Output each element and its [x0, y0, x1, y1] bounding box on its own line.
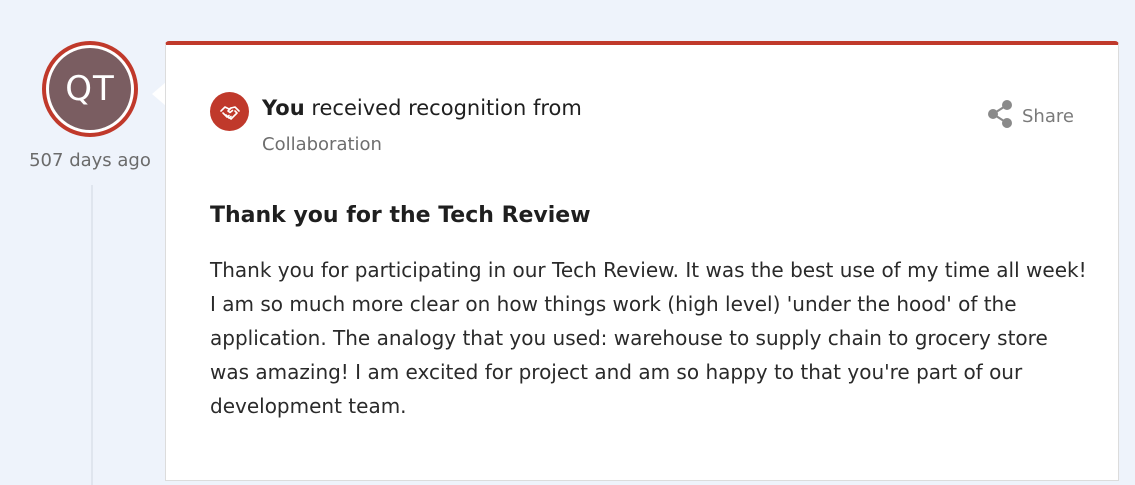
avatar[interactable]: QT [42, 41, 138, 137]
received-text: received recognition from [311, 96, 582, 120]
share-icon [986, 99, 1014, 134]
avatar-initials: QT [49, 48, 131, 130]
share-button[interactable]: Share [986, 99, 1074, 134]
timeline-line [91, 185, 93, 485]
recognition-headline: You received recognition from [262, 96, 811, 120]
handshake-icon [210, 92, 249, 131]
card-pointer [152, 82, 166, 106]
message-title: Thank you for the Tech Review [210, 203, 591, 228]
message-body: Thank you for participating in our Tech … [210, 258, 1087, 418]
timestamp: 507 days ago [29, 150, 151, 171]
recognition-card: You received recognition from Collaborat… [165, 41, 1119, 481]
recognition-category: Collaboration [262, 134, 382, 155]
recipient-you: You [262, 96, 305, 120]
redacted-sender-name [590, 96, 811, 120]
share-label: Share [1022, 106, 1074, 127]
